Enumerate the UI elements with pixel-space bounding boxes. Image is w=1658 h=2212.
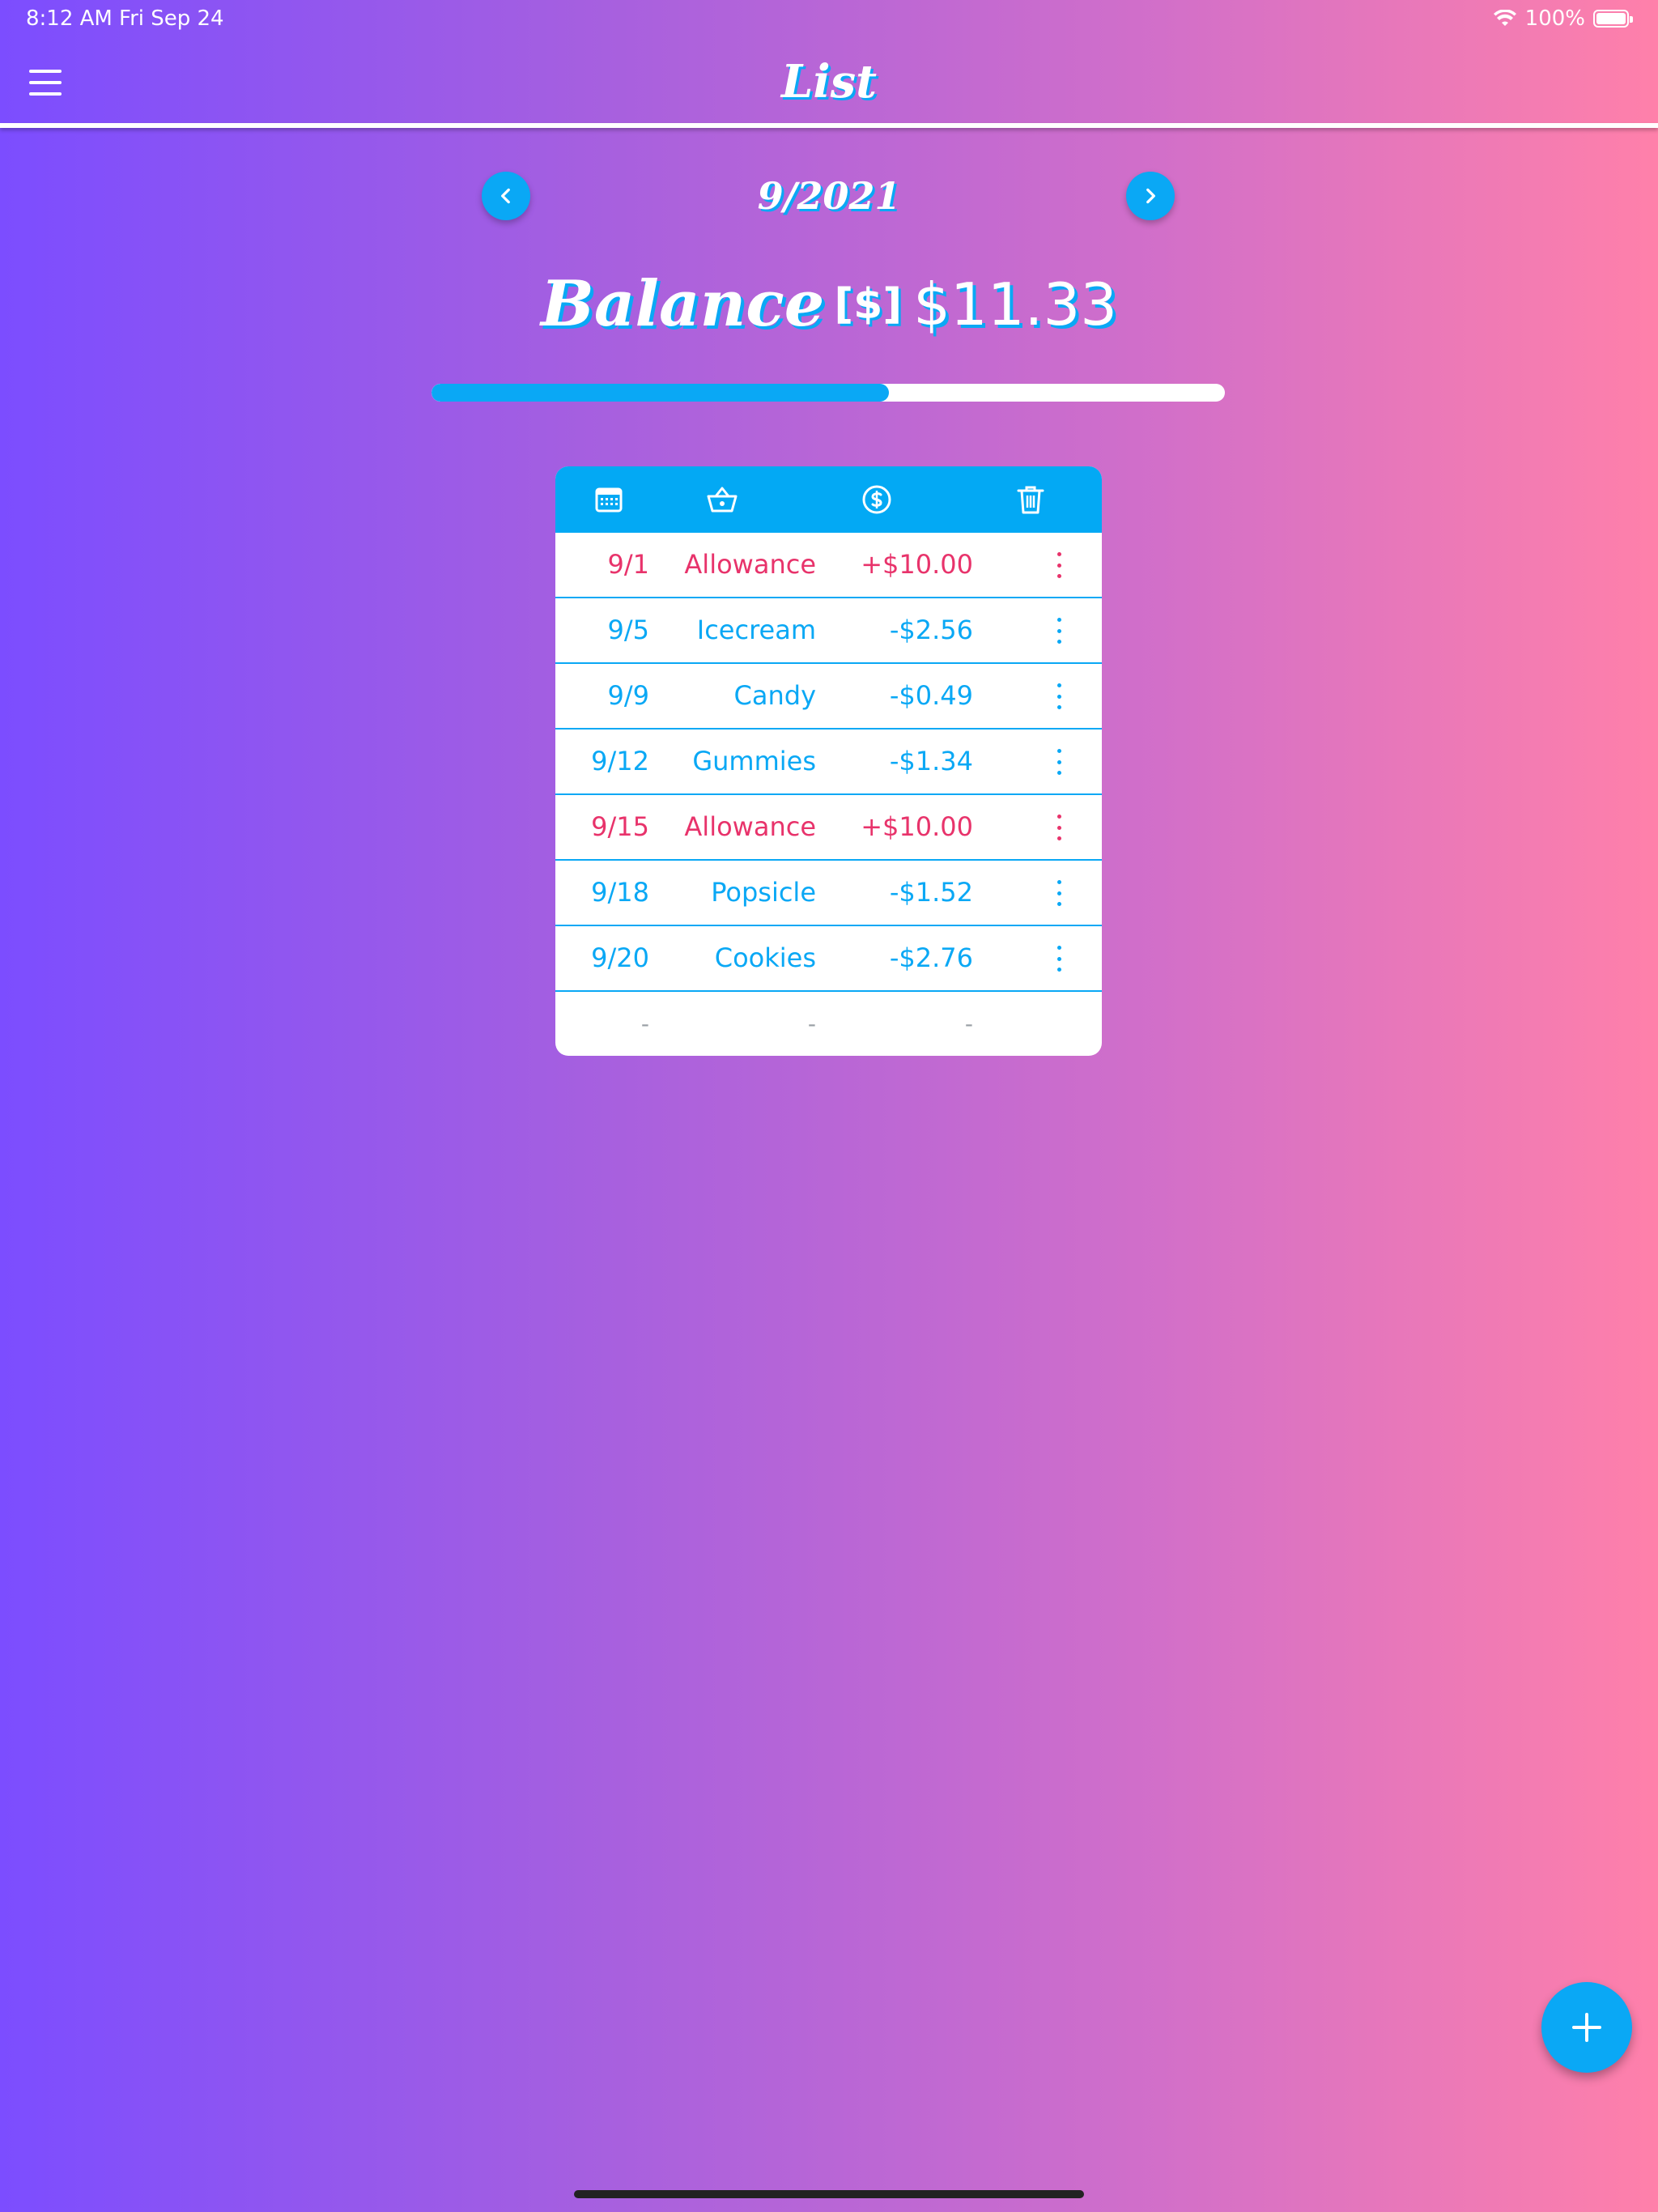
empty-item: - <box>807 1010 816 1037</box>
table-row[interactable]: 9/9 Candy -$0.49 <box>555 664 1102 730</box>
empty-amount: - <box>964 1010 973 1037</box>
balance-amount: $11.33 <box>913 270 1118 338</box>
more-options-icon[interactable] <box>1041 683 1077 709</box>
progress-fill <box>432 384 890 402</box>
transactions-table: 9/1 Allowance +$10.00 9/5 Icecream -$2.56 9/9 C… <box>555 466 1102 1056</box>
status-bar: 8:12 AM Fri Sep 24 100% <box>0 0 1658 37</box>
row-date: 9/5 <box>607 615 650 645</box>
row-amount: -$1.34 <box>889 746 973 776</box>
table-row[interactable]: 9/5 Icecream -$2.56 <box>555 598 1102 664</box>
row-item: Gummies <box>692 746 816 776</box>
row-amount: +$10.00 <box>861 549 973 580</box>
row-item: Cookies <box>714 942 816 973</box>
table-row[interactable]: 9/12 Gummies -$1.34 <box>555 730 1102 795</box>
basket-icon[interactable] <box>706 483 738 516</box>
battery-percent: 100% <box>1524 6 1585 31</box>
page-title: List <box>780 55 878 108</box>
empty-date: - <box>640 1010 649 1037</box>
more-options-icon[interactable] <box>1041 618 1077 644</box>
row-date: 9/12 <box>591 746 649 776</box>
calendar-icon[interactable] <box>593 483 625 516</box>
row-amount: -$0.49 <box>889 680 973 711</box>
row-amount: +$10.00 <box>861 811 973 842</box>
more-options-icon[interactable] <box>1041 880 1077 906</box>
balance-summary: Balance [$] $11.33 <box>0 267 1658 341</box>
status-time: 8:12 AM <box>26 6 113 31</box>
row-item: Candy <box>733 680 816 711</box>
row-date: 9/15 <box>591 811 649 842</box>
nav-bar: List <box>0 37 1658 125</box>
wifi-icon <box>1493 10 1516 26</box>
balance-progress-bar <box>432 384 1225 402</box>
more-options-icon[interactable] <box>1041 946 1077 972</box>
row-amount: -$1.52 <box>889 877 973 908</box>
row-amount: -$2.56 <box>889 615 973 645</box>
month-label: 9/2021 <box>757 174 901 218</box>
row-date: 9/9 <box>607 680 650 711</box>
trash-icon[interactable] <box>1014 483 1047 516</box>
next-month-button[interactable] <box>1126 172 1175 220</box>
status-date: Fri Sep 24 <box>119 6 224 31</box>
table-row[interactable]: 9/15 Allowance +$10.00 <box>555 795 1102 861</box>
row-item: Allowance <box>684 811 816 842</box>
row-item: Popsicle <box>711 877 816 908</box>
balance-label: Balance <box>540 267 825 341</box>
row-date: 9/1 <box>607 549 650 580</box>
dollar-circle-icon[interactable] <box>861 483 893 516</box>
table-row[interactable]: 9/18 Popsicle -$1.52 <box>555 861 1102 926</box>
table-row[interactable]: 9/1 Allowance +$10.00 <box>555 533 1102 598</box>
add-transaction-button[interactable] <box>1541 1982 1632 2073</box>
row-item: Allowance <box>684 549 816 580</box>
row-item: Icecream <box>696 615 816 645</box>
table-body: 9/1 Allowance +$10.00 9/5 Icecream -$2.56 9/9 C… <box>555 533 1102 1056</box>
row-date: 9/20 <box>591 942 649 973</box>
row-date: 9/18 <box>591 877 649 908</box>
more-options-icon[interactable] <box>1041 815 1077 840</box>
more-options-icon[interactable] <box>1041 552 1077 578</box>
table-header <box>555 466 1102 533</box>
empty-row[interactable]: --- <box>555 992 1102 1056</box>
home-indicator <box>574 2190 1084 2198</box>
more-options-icon[interactable] <box>1041 749 1077 775</box>
chevron-right-icon <box>1146 188 1155 204</box>
row-amount: -$2.76 <box>889 942 973 973</box>
balance-unit: [$] <box>834 279 903 329</box>
plus-icon <box>1572 2013 1601 2042</box>
nav-divider <box>0 123 1658 128</box>
status-indicators: 100% <box>1493 6 1633 31</box>
table-row[interactable]: 9/20 Cookies -$2.76 <box>555 926 1102 992</box>
battery-icon <box>1593 10 1633 28</box>
